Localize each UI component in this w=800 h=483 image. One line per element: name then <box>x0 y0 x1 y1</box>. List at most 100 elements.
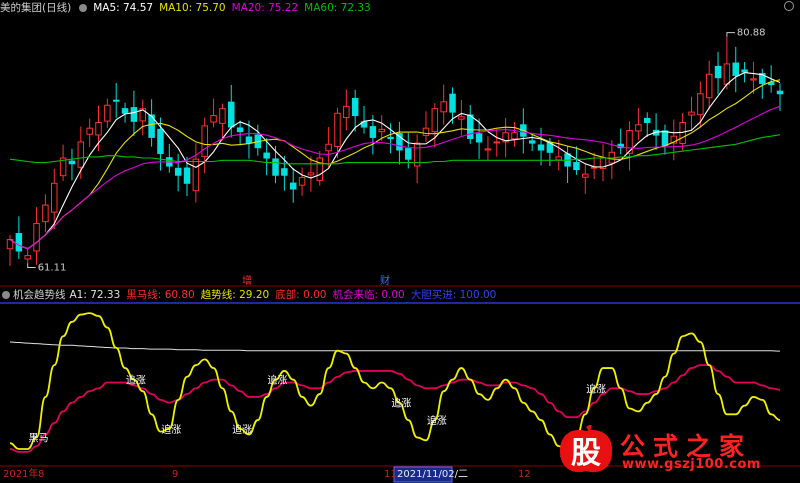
candle-body <box>157 128 164 154</box>
candle <box>705 60 713 110</box>
candle <box>635 107 642 141</box>
candle <box>201 117 208 174</box>
candle-body <box>121 108 129 114</box>
candle <box>431 103 439 148</box>
candle <box>86 118 93 148</box>
event-marker-zeng[interactable]: 增 <box>242 274 252 287</box>
signal-annotation: 追涨 <box>232 423 252 436</box>
candle <box>192 143 200 203</box>
candle <box>661 124 669 155</box>
signal-annotation: 追涨 <box>161 423 181 436</box>
candle <box>254 124 262 156</box>
candle <box>466 105 474 144</box>
lower-header: 机会趋势线 A1: 72.33 黑马线: 60.80 趋势线: 29.20 底部: 0.… <box>0 288 800 303</box>
candle-body <box>334 112 341 147</box>
candle-body <box>95 121 102 136</box>
candle <box>608 140 616 180</box>
ma5-line <box>9 72 781 250</box>
a1-line <box>9 341 781 352</box>
candle <box>121 102 129 123</box>
candle-body <box>484 148 492 151</box>
candle <box>148 99 155 147</box>
signal-annotation: 追涨 <box>391 397 411 410</box>
candle-body <box>573 162 580 171</box>
candle <box>95 105 102 152</box>
candle <box>723 36 731 90</box>
candle-body <box>697 93 704 116</box>
candle <box>599 144 607 182</box>
candle <box>484 136 492 161</box>
candle-body <box>183 167 191 184</box>
candle-body <box>86 127 93 135</box>
candle-body <box>493 141 501 144</box>
ma-toggle-icon[interactable] <box>79 4 88 12</box>
candle <box>643 112 651 138</box>
low-price-label: 61.11 <box>38 263 67 274</box>
candle <box>112 83 120 118</box>
axis-month-9: 9 <box>172 469 179 480</box>
watermark: 股 公式之家 www.gszj100.com <box>556 425 782 477</box>
indicator-toggle-icon[interactable] <box>2 291 10 299</box>
candle <box>617 128 624 155</box>
candle <box>759 68 766 99</box>
candle <box>351 89 359 132</box>
candle-body <box>325 143 332 152</box>
candle <box>626 121 633 171</box>
candle-body <box>714 65 722 79</box>
candle-body <box>130 107 138 122</box>
candle-body <box>228 101 235 128</box>
candle-body <box>723 63 731 85</box>
candle-body <box>298 177 306 186</box>
candle <box>24 247 31 264</box>
candle-body <box>555 156 562 161</box>
a1-label: A1: 72.33 <box>69 289 121 301</box>
candle <box>502 117 509 158</box>
candle <box>493 128 501 157</box>
candle <box>413 134 421 184</box>
candle-body <box>440 101 447 113</box>
candle-body <box>192 158 200 192</box>
candle-body <box>688 111 695 116</box>
trend-line-label: 趋势线: 29.20 <box>200 289 270 301</box>
bold-buy-label: 大胆买进: 100.00 <box>410 289 497 301</box>
upper-header: 美的集团(日线) MA5: 74.57 MA10: 75.70 MA20: 75.22… <box>0 1 800 16</box>
candle-body <box>289 182 297 190</box>
candle <box>289 167 297 203</box>
candle-body <box>210 115 217 123</box>
candle-body <box>343 105 350 119</box>
indicator-annotations: 黑马追涨追涨追涨追涨追涨追涨追涨追涨 <box>29 374 607 459</box>
watermark-url: www.gszj100.com <box>622 457 761 472</box>
candle <box>458 100 465 136</box>
candle <box>670 119 678 161</box>
candle <box>236 120 244 146</box>
candle <box>714 51 722 95</box>
candle <box>157 117 164 171</box>
candle <box>307 156 315 192</box>
candle-body <box>405 148 412 160</box>
ma60-label: MA60: 72.33 <box>304 2 371 14</box>
high-price-label: 80.88 <box>737 28 766 39</box>
candle-body <box>104 104 111 122</box>
candle-body <box>387 136 394 140</box>
axis-year: 2021年 <box>3 469 39 480</box>
candle-body <box>24 255 31 260</box>
candle-body <box>511 132 518 140</box>
event-marker-cai[interactable]: 财 <box>380 274 390 287</box>
candle-body <box>174 167 182 176</box>
candle <box>104 98 111 128</box>
stock-name[interactable]: 美的集团(日线) <box>0 2 71 14</box>
candle-body <box>272 158 279 176</box>
heima-line-label: 黑马线: 60.80 <box>126 289 195 301</box>
indicator-name[interactable]: 机会趋势线 <box>13 289 66 301</box>
candle-body <box>750 78 757 81</box>
candle <box>316 151 324 186</box>
signal-annotation: 追涨 <box>586 382 606 395</box>
signal-annotation: 黑马 <box>29 432 49 444</box>
gear-icon[interactable] <box>784 1 794 11</box>
candle <box>564 145 571 183</box>
candle-body <box>33 222 40 252</box>
ma10-label: MA10: 75.70 <box>159 2 226 14</box>
candle-body <box>236 127 244 133</box>
candle-body <box>245 136 253 144</box>
ma20-label: MA20: 75.22 <box>231 2 299 14</box>
